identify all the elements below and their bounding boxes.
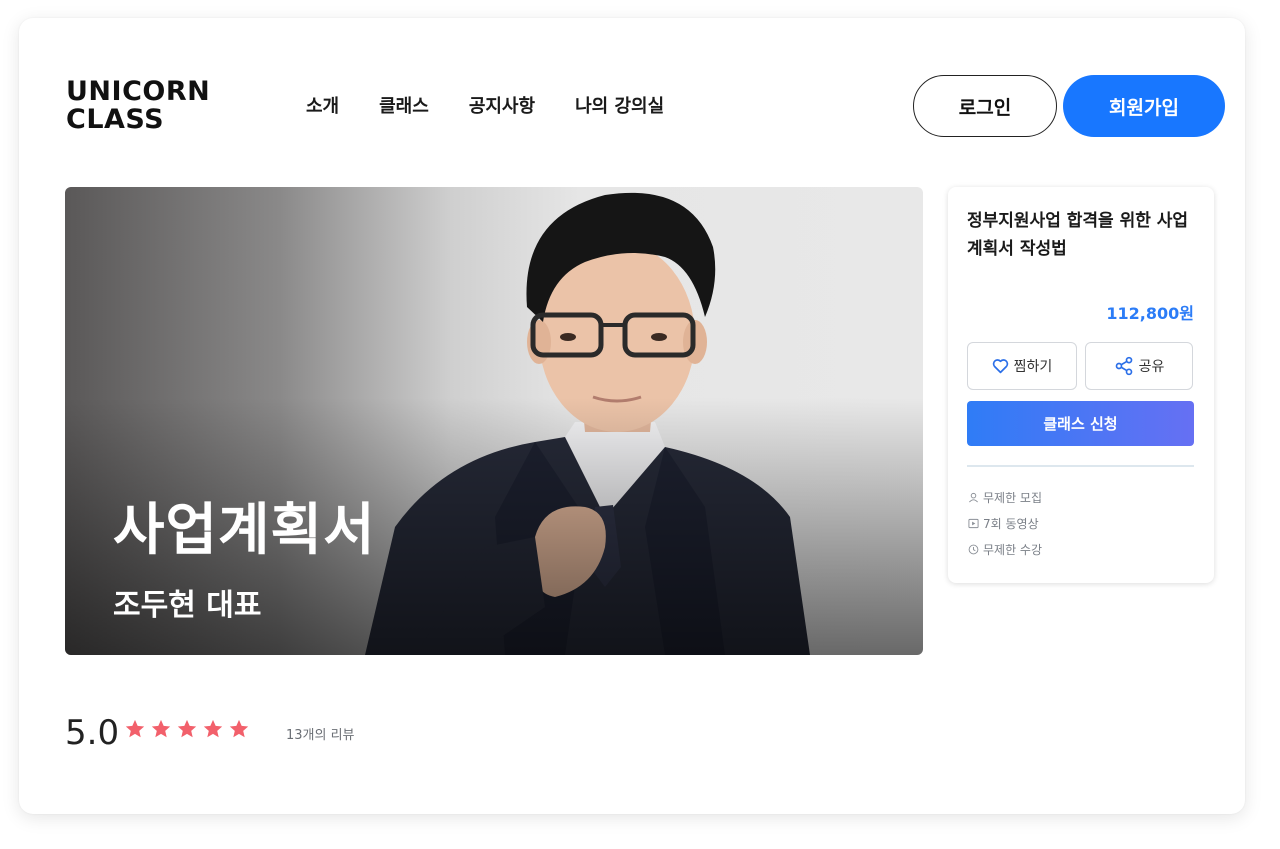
star-icon bbox=[151, 719, 171, 738]
hero-title: 사업계획서 bbox=[113, 498, 376, 563]
feature-text: 무제한 수강 bbox=[983, 543, 1043, 557]
play-icon bbox=[968, 518, 979, 529]
signup-button[interactable]: 회원가입 bbox=[1063, 75, 1225, 137]
feature-item: 무제한 모집 bbox=[968, 489, 1042, 506]
course-price: 112,800원 bbox=[1106, 304, 1194, 323]
nav-item-classes[interactable]: 클래스 bbox=[379, 92, 429, 118]
like-button[interactable]: 찜하기 bbox=[967, 342, 1077, 390]
rating-stars bbox=[124, 718, 250, 740]
course-title: 정부지원사업 합격을 위한 사업계획서 작성법 bbox=[967, 211, 1189, 259]
star-icon bbox=[177, 719, 197, 738]
like-label: 찜하기 bbox=[1013, 359, 1053, 375]
nav-item-notices[interactable]: 공지사항 bbox=[469, 92, 535, 118]
star-icon bbox=[203, 719, 223, 738]
person-icon bbox=[969, 492, 978, 503]
main-nav: 소개 클래스 공지사항 나의 강의실 bbox=[306, 92, 664, 118]
nav-item-my-classroom[interactable]: 나의 강의실 bbox=[575, 92, 664, 118]
share-label: 공유 bbox=[1138, 359, 1165, 375]
feature-item: 7회 동영상 bbox=[968, 515, 1039, 532]
login-button[interactable]: 로그인 bbox=[913, 75, 1057, 137]
feature-text: 7회 동영상 bbox=[983, 517, 1039, 531]
panel-divider bbox=[967, 465, 1194, 467]
star-icon bbox=[125, 719, 145, 738]
logo[interactable]: UNICORN CLASS bbox=[66, 78, 210, 134]
review-count[interactable]: 13개의 리뷰 bbox=[286, 724, 355, 743]
nav-item-intro[interactable]: 소개 bbox=[306, 92, 339, 118]
feature-text: 무제한 모집 bbox=[983, 491, 1043, 505]
logo-line2: CLASS bbox=[66, 104, 165, 135]
hero-subtitle: 조두현 대표 bbox=[113, 588, 262, 623]
feature-item: 무제한 수강 bbox=[968, 541, 1042, 558]
clock-icon bbox=[968, 544, 979, 555]
share-icon bbox=[1115, 356, 1132, 376]
share-button[interactable]: 공유 bbox=[1085, 342, 1193, 390]
rating-score: 5.0 bbox=[65, 713, 120, 753]
course-panel: 정부지원사업 합격을 위한 사업계획서 작성법 112,800원 찜하기 공유 … bbox=[948, 187, 1214, 583]
star-icon bbox=[229, 719, 249, 738]
apply-class-button[interactable]: 클래스 신청 bbox=[967, 401, 1194, 446]
logo-line1: UNICORN bbox=[66, 76, 211, 107]
hero-banner: 사업계획서 조두현 대표 bbox=[65, 187, 923, 655]
heart-icon bbox=[992, 359, 1008, 374]
